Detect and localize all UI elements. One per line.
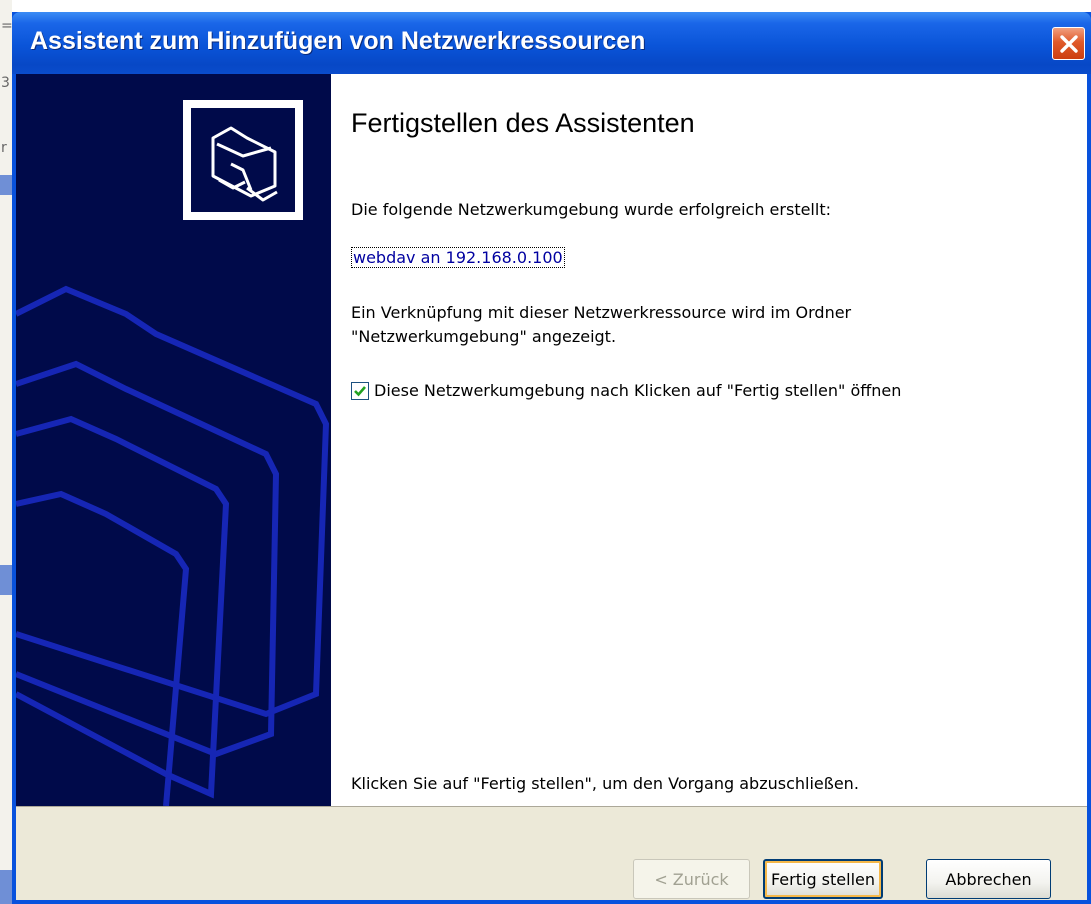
background-window-edge: = 3 r xyxy=(0,0,13,904)
title-bar[interactable]: Assistent zum Hinzufügen von Netzwerkres… xyxy=(12,12,1091,74)
back-button[interactable]: < Zurück xyxy=(633,859,750,899)
open-location-checkbox-label[interactable]: Diese Netzwerkumgebung nach Klicken auf … xyxy=(374,381,901,400)
window-title: Assistent zum Hinzufügen von Netzwerkres… xyxy=(30,27,646,55)
network-location-link[interactable]: webdav an 192.168.0.100 xyxy=(351,247,565,268)
finish-hint-text: Klicken Sie auf "Fertig stellen", um den… xyxy=(351,774,859,793)
intro-text: Die folgende Netzwerkumgebung wurde erfo… xyxy=(351,200,831,219)
info-text-line-2: "Netzwerkumgebung" angezeigt. xyxy=(351,327,617,346)
button-bar: < Zurück Fertig stellen Abbrechen xyxy=(16,806,1087,900)
close-icon xyxy=(1060,35,1078,53)
open-location-checkbox[interactable] xyxy=(351,381,369,400)
network-folder-icon xyxy=(183,100,303,220)
page-title: Fertigstellen des Assistenten xyxy=(351,108,695,138)
wizard-sidebar xyxy=(16,74,331,806)
close-button[interactable] xyxy=(1052,27,1085,60)
check-icon xyxy=(354,385,366,396)
wizard-window: Assistent zum Hinzufügen von Netzwerkres… xyxy=(12,12,1091,904)
finish-button[interactable]: Fertig stellen xyxy=(763,859,883,899)
wizard-body: Fertigstellen des Assistenten Die folgen… xyxy=(16,74,1087,900)
open-location-option[interactable]: Diese Netzwerkumgebung nach Klicken auf … xyxy=(351,381,901,400)
cancel-button[interactable]: Abbrechen xyxy=(926,859,1051,899)
wizard-content: Fertigstellen des Assistenten Die folgen… xyxy=(331,74,1087,806)
info-text-line-1: Ein Verknüpfung mit dieser Netzwerkresso… xyxy=(351,303,852,322)
